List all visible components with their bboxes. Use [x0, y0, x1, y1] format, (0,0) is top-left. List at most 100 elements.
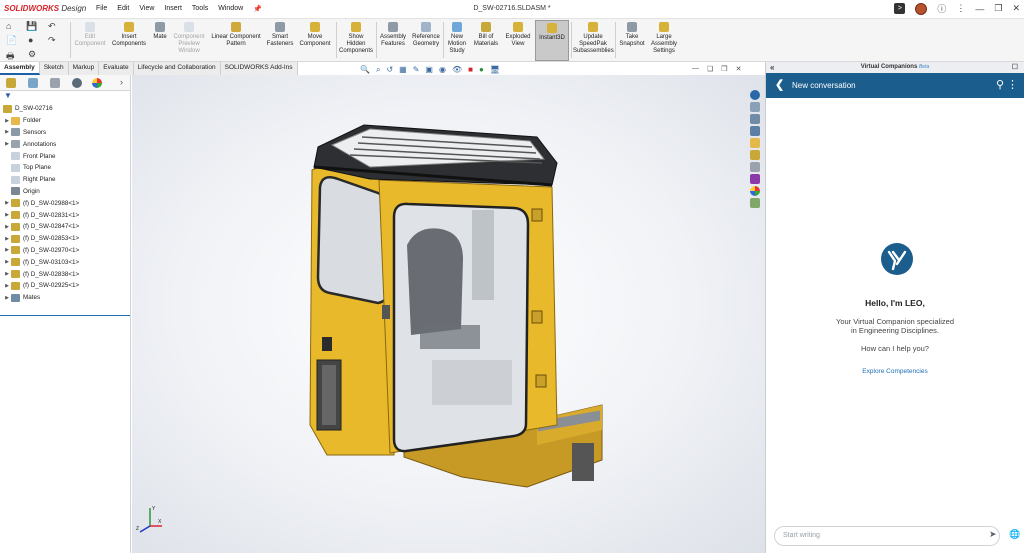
edit-appearance-icon[interactable]: ■	[468, 65, 473, 75]
zoom-to-fit-icon[interactable]: 🔍	[360, 65, 370, 75]
expand-arrow-icon[interactable]: ▶	[3, 129, 11, 135]
feature-tree-icon[interactable]	[6, 78, 16, 88]
expand-arrow-icon[interactable]: ▶	[3, 236, 11, 242]
appearances-icon[interactable]	[750, 150, 760, 160]
section-view-icon[interactable]: ▦	[399, 65, 407, 75]
tree-item[interactable]: ▶ Mates	[0, 292, 130, 304]
play-icon[interactable]	[750, 174, 760, 184]
expand-arrow-icon[interactable]: ▶	[3, 200, 11, 206]
tree-item[interactable]: ▶ (f) D_SW-02847<1>	[0, 221, 130, 233]
save-icon[interactable]: 💾	[26, 21, 37, 32]
menu-edit[interactable]: Edit	[117, 5, 129, 13]
tree-item[interactable]: ▶ (f) D_SW-02853<1>	[0, 233, 130, 245]
expand-arrow-icon[interactable]: ▶	[3, 259, 11, 265]
new-motion-study-button[interactable]: New Motion Study	[445, 20, 469, 61]
tree-item[interactable]: ▶ (f) D_SW-02970<1>	[0, 245, 130, 257]
pin-icon[interactable]: 📌	[253, 5, 262, 13]
tree-item[interactable]: Origin	[0, 186, 130, 198]
panel-pin-icon[interactable]: ☐	[1012, 62, 1018, 73]
expand-arrow-icon[interactable]: ▶	[3, 212, 11, 218]
bill-of-materials-button[interactable]: Bill of Materials	[471, 20, 501, 61]
tree-item[interactable]: ▶ (f) D_SW-02925<1>	[0, 280, 130, 292]
menu-window[interactable]: Window	[218, 5, 243, 13]
dimxpert-icon[interactable]	[72, 78, 82, 88]
expand-arrow-icon[interactable]: ▶	[3, 141, 11, 147]
menu-tools[interactable]: Tools	[192, 5, 208, 13]
mate-button[interactable]: Mate	[150, 20, 170, 61]
menu-insert[interactable]: Insert	[164, 5, 182, 13]
tab-markup[interactable]: Markup	[68, 62, 100, 75]
menu-file[interactable]: File	[96, 5, 107, 13]
search-icon[interactable]: ⚲	[996, 73, 1004, 98]
instant3d-button[interactable]: Instant3D	[535, 20, 569, 61]
tree-item[interactable]: ▶ Annotations	[0, 138, 130, 150]
edit-component-button[interactable]: Edit Component	[72, 20, 108, 61]
tree-item[interactable]: ▶ Sensors	[0, 127, 130, 139]
previous-view-icon[interactable]: ↺	[386, 65, 393, 75]
tree-item[interactable]: ▶ (f) D_SW-03103<1>	[0, 256, 130, 268]
menu-view[interactable]: View	[139, 5, 154, 13]
tree-item[interactable]: Right Plane	[0, 174, 130, 186]
expand-arrow-icon[interactable]: ▶	[3, 295, 11, 301]
insert-components-button[interactable]: Insert Components	[110, 20, 148, 61]
help-icon[interactable]: ⓘ	[937, 2, 946, 15]
tree-root[interactable]: D_SW-02716	[0, 103, 130, 115]
move-component-button[interactable]: Move Component	[297, 20, 333, 61]
close-icon[interactable]: ✕	[1012, 3, 1020, 14]
custom-properties-icon[interactable]	[750, 162, 760, 172]
tab-sketch[interactable]: Sketch	[39, 62, 69, 75]
kebab-menu-icon[interactable]: ⋮	[1007, 73, 1018, 98]
component-preview-button[interactable]: Component Preview Window	[171, 20, 207, 61]
update-speedpak-button[interactable]: Update SpeedPak Subassemblies	[573, 20, 614, 61]
expand-arrow-icon[interactable]: ▶	[3, 224, 11, 230]
filter-icon[interactable]: ▼	[4, 91, 12, 100]
restore-icon[interactable]: ❐	[994, 3, 1002, 14]
dynamic-annotation-icon[interactable]: ✎	[413, 65, 420, 75]
graphics-area[interactable]	[132, 75, 765, 553]
large-assembly-settings-button[interactable]: Large Assembly Settings	[649, 20, 679, 61]
more-icon[interactable]: ⋮	[956, 3, 965, 14]
viewport-restore-icon[interactable]: ❐	[721, 65, 727, 73]
palette-icon[interactable]	[750, 186, 760, 196]
design-library-icon[interactable]	[750, 102, 760, 112]
rebuild-icon[interactable]: ●	[28, 35, 33, 45]
apply-scene-icon[interactable]: ●	[479, 65, 484, 75]
tree-item[interactable]: ▶ (f) D_SW-02988<1>	[0, 197, 130, 209]
3dexperience-icon[interactable]	[750, 198, 760, 208]
display-manager-icon[interactable]	[92, 78, 102, 88]
back-arrow-icon[interactable]: ❮	[775, 73, 784, 98]
tree-item[interactable]: Top Plane	[0, 162, 130, 174]
tree-item[interactable]: ▶ (f) D_SW-02831<1>	[0, 209, 130, 221]
expand-arrow-icon[interactable]: ▶	[3, 283, 11, 289]
send-icon[interactable]: ➤	[989, 529, 997, 540]
expand-arrow-icon[interactable]: ▶	[3, 247, 11, 253]
explore-competencies-link[interactable]: Explore Competencies	[766, 368, 1024, 375]
tree-item[interactable]: ▶ Folder	[0, 115, 130, 127]
take-snapshot-button[interactable]: Take Snapshot	[617, 20, 647, 61]
options-gear-icon[interactable]: ⚙	[28, 49, 36, 60]
terminal-icon[interactable]: >	[894, 3, 906, 14]
expand-arrow-icon[interactable]: ▶	[3, 118, 11, 124]
property-manager-icon[interactable]	[28, 78, 38, 88]
viewport-close-icon[interactable]: ✕	[736, 65, 742, 73]
message-input[interactable]: Start writing	[774, 526, 1000, 546]
user-avatar[interactable]	[915, 2, 928, 15]
view-settings-icon[interactable]: 🖥	[490, 65, 500, 75]
home-icon[interactable]: ⌂	[6, 21, 11, 31]
tree-item[interactable]: ▶ (f) D_SW-02838<1>	[0, 268, 130, 280]
zoom-area-icon[interactable]: ⌕	[376, 65, 380, 75]
folder-icon[interactable]	[750, 138, 760, 148]
linear-pattern-button[interactable]: Linear Component Pattern	[209, 20, 263, 61]
tab-assembly[interactable]: Assembly	[0, 62, 40, 75]
configuration-manager-icon[interactable]	[50, 78, 60, 88]
redo-icon[interactable]: ↷	[48, 35, 56, 46]
rollback-bar[interactable]	[0, 315, 130, 316]
minimize-icon[interactable]: —	[975, 4, 984, 14]
viewport-tile-icon[interactable]: ❏	[707, 65, 713, 73]
solidworks-resources-icon[interactable]	[750, 90, 760, 100]
view-orientation-icon[interactable]: ▣	[425, 65, 433, 75]
tab-lifecycle[interactable]: Lifecycle and Collaboration	[133, 62, 221, 75]
smart-fasteners-button[interactable]: Smart Fasteners	[265, 20, 295, 61]
show-hidden-components-button[interactable]: Show Hidden Components	[338, 20, 374, 61]
undo-icon[interactable]: ↶	[48, 21, 56, 32]
